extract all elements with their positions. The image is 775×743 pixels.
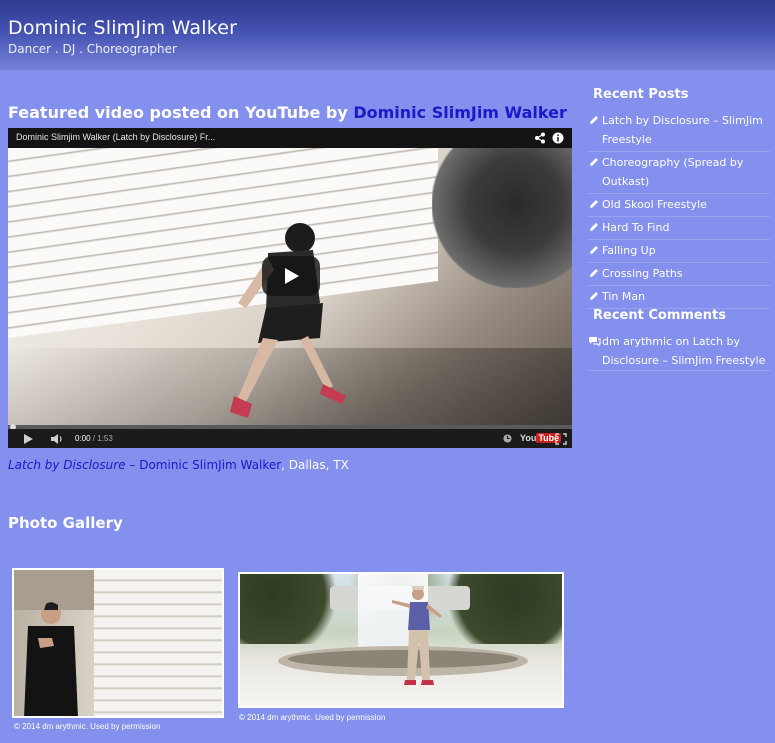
control-play-icon[interactable] [22,433,34,445]
gallery-photo-2[interactable] [238,572,564,708]
pencil-icon [590,292,598,300]
tree-shadow [432,148,572,288]
recent-post-item[interactable]: Latch by Disclosure – SlimJim Freestyle [588,110,770,152]
recent-post-item[interactable]: Hard To Find [588,217,770,240]
youtube-video-player[interactable]: Dominic Slimjim Walker (Latch by Disclos… [8,128,572,448]
time-duration: 1:53 [97,434,113,443]
photo-gallery-heading: Photo Gallery [8,514,123,532]
dancer-at-fountain [392,586,442,685]
recent-post-link[interactable]: Old Skool Freestyle [602,198,707,211]
pencil-icon [590,158,598,166]
recent-post-link[interactable]: Falling Up [602,244,656,257]
volume-icon[interactable] [50,433,64,445]
pencil-icon [590,223,598,231]
dancer-figure [230,223,346,418]
recent-post-link[interactable]: Choreography (Spread by Outkast) [602,156,743,188]
comment-author-link[interactable]: dm arythmic [602,335,672,348]
recent-posts-title: Recent Posts [593,87,689,102]
video-caption: Latch by Disclosure – Dominic SlimJim Wa… [8,458,349,472]
video-time: 0:00 / 1:53 [75,434,113,443]
photo-2-image [240,574,562,706]
recent-post-item[interactable]: Tin Man [588,286,770,309]
fullscreen-icon[interactable] [555,433,567,445]
watch-later-icon[interactable] [503,434,512,443]
video-controls: 0:00 / 1:53 You Tube [8,429,572,448]
recent-posts-list: Latch by Disclosure – SlimJim Freestyle … [588,110,770,309]
site-tagline: Dancer . DJ . Choreographer [8,42,177,56]
video-title-bar: Dominic Slimjim Walker (Latch by Disclos… [8,128,572,148]
sidebar: Recent Posts Latch by Disclosure – SlimJ… [588,0,770,743]
recent-post-item[interactable]: Old Skool Freestyle [588,194,770,217]
song-link[interactable]: Latch by Disclosure [8,458,126,472]
photo-2-credit: © 2014 dm arythmic. Used by permission [239,713,386,722]
artist-link[interactable]: Dominic SlimJim Walker [139,458,281,472]
song-title: Latch by Disclosure [8,458,126,472]
pencil-icon [590,269,598,277]
pencil-icon [590,200,598,208]
pencil-icon [590,116,598,124]
recent-post-link[interactable]: Tin Man [602,290,645,303]
gallery-photo-1[interactable] [12,568,224,718]
photo-1-image [14,570,222,716]
recent-post-link[interactable]: Hard To Find [602,221,669,234]
recent-post-item[interactable]: Falling Up [588,240,770,263]
location-text: , Dallas, TX [281,458,349,472]
recent-post-item[interactable]: Crossing Paths [588,263,770,286]
pencil-icon [590,246,598,254]
youtube-label: You [520,433,537,443]
author-link[interactable]: Dominic SlimJim Walker [353,103,567,122]
dancer-portrait [24,602,78,716]
recent-comments-title: Recent Comments [593,308,726,323]
photo-1-credit: © 2014 dm arythmic. Used by permission [14,722,161,731]
comment-bubble-icon [589,337,601,346]
caption-dash[interactable]: – [126,458,140,472]
info-icon[interactable] [552,132,564,144]
recent-post-link[interactable]: Latch by Disclosure – SlimJim Freestyle [602,114,763,146]
comment-on-text: on [672,335,693,348]
video-title[interactable]: Dominic Slimjim Walker (Latch by Disclos… [16,132,215,142]
recent-post-link[interactable]: Crossing Paths [602,267,683,280]
share-icon[interactable] [534,132,546,144]
recent-comment-item: dm arythmic on Latch by Disclosure – Sli… [588,332,770,371]
recent-post-item[interactable]: Choreography (Spread by Outkast) [588,152,770,194]
play-icon[interactable] [262,256,320,296]
time-current: 0:00 [75,434,91,443]
featured-heading-text: Featured video posted on YouTube by [8,103,354,122]
featured-video-heading: Featured video posted on YouTube by Domi… [8,103,567,122]
site-title[interactable]: Dominic SlimJim Walker [8,17,237,39]
